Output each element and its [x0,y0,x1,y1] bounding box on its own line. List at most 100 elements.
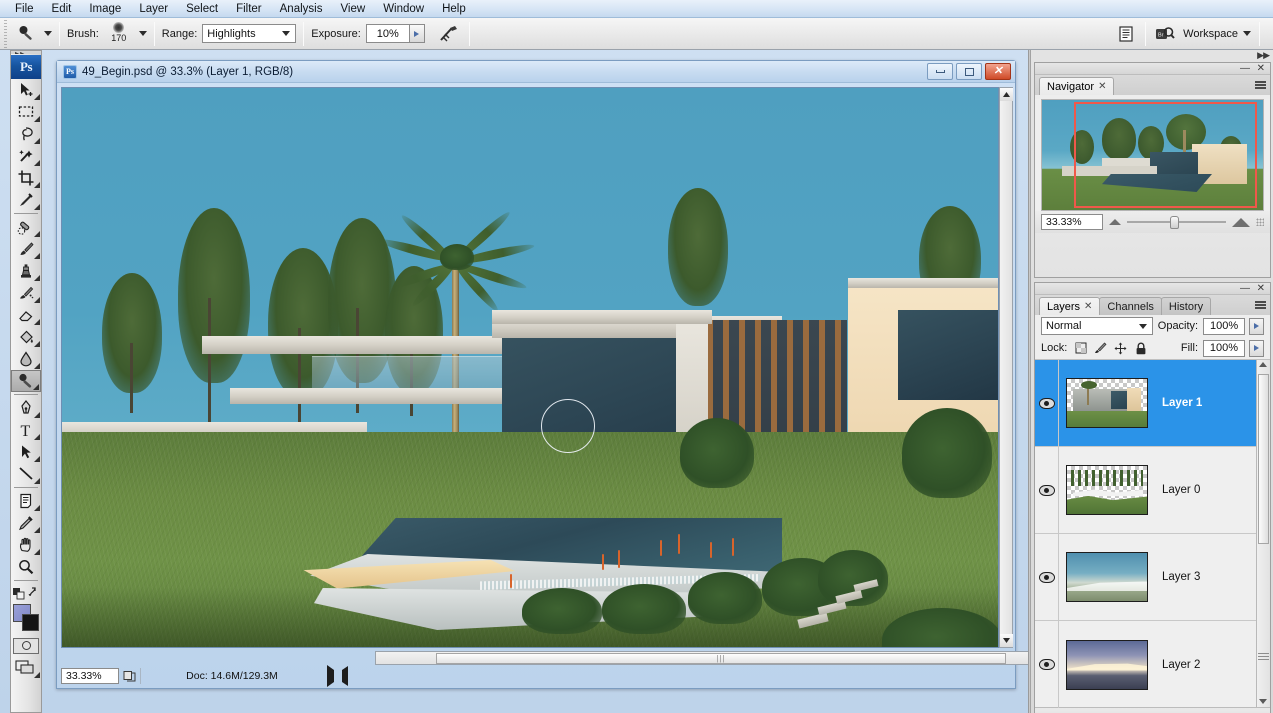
fill-input[interactable]: 100% [1203,339,1245,357]
tab-history[interactable]: History [1160,297,1212,315]
line-shape-tool[interactable] [11,463,41,485]
dodge-burn-tool[interactable] [11,370,41,392]
scroll-down-button[interactable] [1000,634,1013,647]
horizontal-scroll-thumb[interactable]: ||| [436,653,1006,664]
minimize-button[interactable] [927,63,953,80]
dodge-tool-icon[interactable] [15,23,39,45]
navigator-resize-grip[interactable] [1256,218,1264,226]
lock-position-icon[interactable] [1114,342,1127,355]
screen-mode-button[interactable] [11,655,41,679]
navigator-minimize-icon[interactable]: — [1240,64,1250,74]
color-sampler-tool[interactable] [11,512,41,534]
expand-panels-icon[interactable]: ▶▶ [1257,50,1270,61]
arrange-documents-icon[interactable] [1114,22,1138,46]
lock-image-pixels-icon[interactable] [1094,342,1107,355]
default-colors-and-swap-icons[interactable] [11,583,41,601]
menu-select[interactable]: Select [177,0,227,18]
layer-thumbnail[interactable] [1066,378,1148,428]
tab-navigator-close-icon[interactable]: ✕ [1098,81,1106,92]
move-tool[interactable] [11,79,41,101]
range-select[interactable]: Highlights [202,24,297,43]
layers-minimize-icon[interactable]: — [1240,284,1250,294]
navigator-close-icon[interactable]: ✕ [1257,64,1265,74]
gradient-paint-bucket-tool[interactable] [11,326,41,348]
horizontal-type-tool[interactable]: T [11,419,41,441]
lock-transparent-pixels-icon[interactable] [1074,342,1087,355]
hand-tool[interactable] [11,534,41,556]
blur-tool[interactable] [11,348,41,370]
layer-row[interactable]: Layer 0 [1035,447,1270,534]
layers-scroll-down-icon[interactable] [1259,699,1267,704]
go-to-bridge-icon[interactable]: Br [1153,22,1177,46]
layer-thumbnail[interactable] [1066,552,1148,602]
canvas-horizontal-scrollbar[interactable]: ||| [375,651,1059,665]
menu-image[interactable]: Image [80,0,130,18]
options-bar-grip[interactable] [1,18,11,49]
layer-visibility-toggle[interactable] [1035,534,1059,620]
layers-scroll-thumb[interactable] [1258,374,1269,544]
magic-wand-tool[interactable] [11,145,41,167]
airbrush-toggle-icon[interactable] [437,22,461,46]
opacity-input[interactable]: 100% [1203,317,1246,335]
workspace-chevron-down-icon[interactable] [1243,31,1251,36]
document-title-bar[interactable]: Ps 49_Begin.psd @ 33.3% (Layer 1, RGB/8)… [57,61,1015,83]
navigator-zoom-input[interactable]: 33.33% [1041,214,1103,230]
layer-thumbnail[interactable] [1066,639,1148,690]
brush-tool[interactable] [11,238,41,260]
brush-picker-chevron-icon[interactable] [138,31,147,36]
exposure-flyout-button[interactable] [408,24,425,43]
opacity-slider-button[interactable] [1249,317,1264,335]
layers-scroll-up-icon[interactable] [1259,362,1267,367]
layer-thumbnail[interactable] [1066,465,1148,515]
color-swatches[interactable] [11,603,41,633]
menu-edit[interactable]: Edit [43,0,81,18]
tab-navigator[interactable]: Navigator ✕ [1039,77,1115,95]
menu-help[interactable]: Help [433,0,475,18]
brush-preset-thumbnail[interactable]: 170 [104,21,134,47]
status-zoom-field[interactable]: 33.33% [61,667,119,684]
navigator-thumbnail[interactable] [1041,99,1264,211]
menu-filter[interactable]: Filter [227,0,271,18]
layers-close-icon[interactable]: ✕ [1257,284,1265,294]
tab-layers[interactable]: Layers ✕ [1039,297,1101,315]
navigator-zoom-slider[interactable] [1127,215,1226,229]
fill-slider-button[interactable] [1249,339,1264,357]
tab-layers-close-icon[interactable]: ✕ [1084,301,1092,312]
tab-channels[interactable]: Channels [1099,297,1162,315]
menu-file[interactable]: File [6,0,43,18]
menu-window[interactable]: Window [374,0,433,18]
layer-visibility-toggle[interactable] [1035,447,1059,533]
crop-tool[interactable] [11,167,41,189]
zoom-slider-knob[interactable] [1169,215,1179,229]
layer-visibility-toggle[interactable] [1035,621,1059,708]
image-canvas[interactable] [61,87,999,648]
clone-stamp-tool[interactable] [11,260,41,282]
layer-row[interactable]: Layer 2 [1035,621,1270,708]
close-button[interactable]: ✕ [985,63,1011,80]
background-color-swatch[interactable] [22,614,39,631]
lock-all-icon[interactable] [1134,342,1147,355]
menu-view[interactable]: View [331,0,374,18]
workspace-label[interactable]: Workspace [1183,28,1238,40]
lasso-tool[interactable] [11,123,41,145]
large-mountain-icon[interactable] [1232,217,1250,227]
eyedropper-slice-tool[interactable] [11,189,41,211]
menu-layer[interactable]: Layer [130,0,177,18]
eraser-tool[interactable] [11,304,41,326]
pen-tool[interactable] [11,397,41,419]
tool-preset-chevron-icon[interactable] [44,31,52,36]
status-scroll-left-arrow-icon[interactable] [342,665,348,686]
rectangular-marquee-tool[interactable] [11,101,41,123]
small-mountain-icon[interactable] [1109,219,1121,225]
blend-mode-select[interactable]: Normal [1041,317,1153,335]
preview-options-icon[interactable] [119,667,141,684]
layers-panel-menu-icon[interactable] [1250,298,1266,312]
quick-mask-mode-button[interactable] [11,633,41,655]
layer-visibility-toggle[interactable] [1035,360,1059,446]
navigator-panel-menu-icon[interactable] [1250,78,1266,92]
exposure-input[interactable]: 10% [365,24,410,43]
layer-row[interactable]: Layer 3 [1035,534,1270,621]
history-brush-tool[interactable] [11,282,41,304]
maximize-button[interactable] [956,63,982,80]
layers-scrollbar[interactable] [1256,360,1270,707]
